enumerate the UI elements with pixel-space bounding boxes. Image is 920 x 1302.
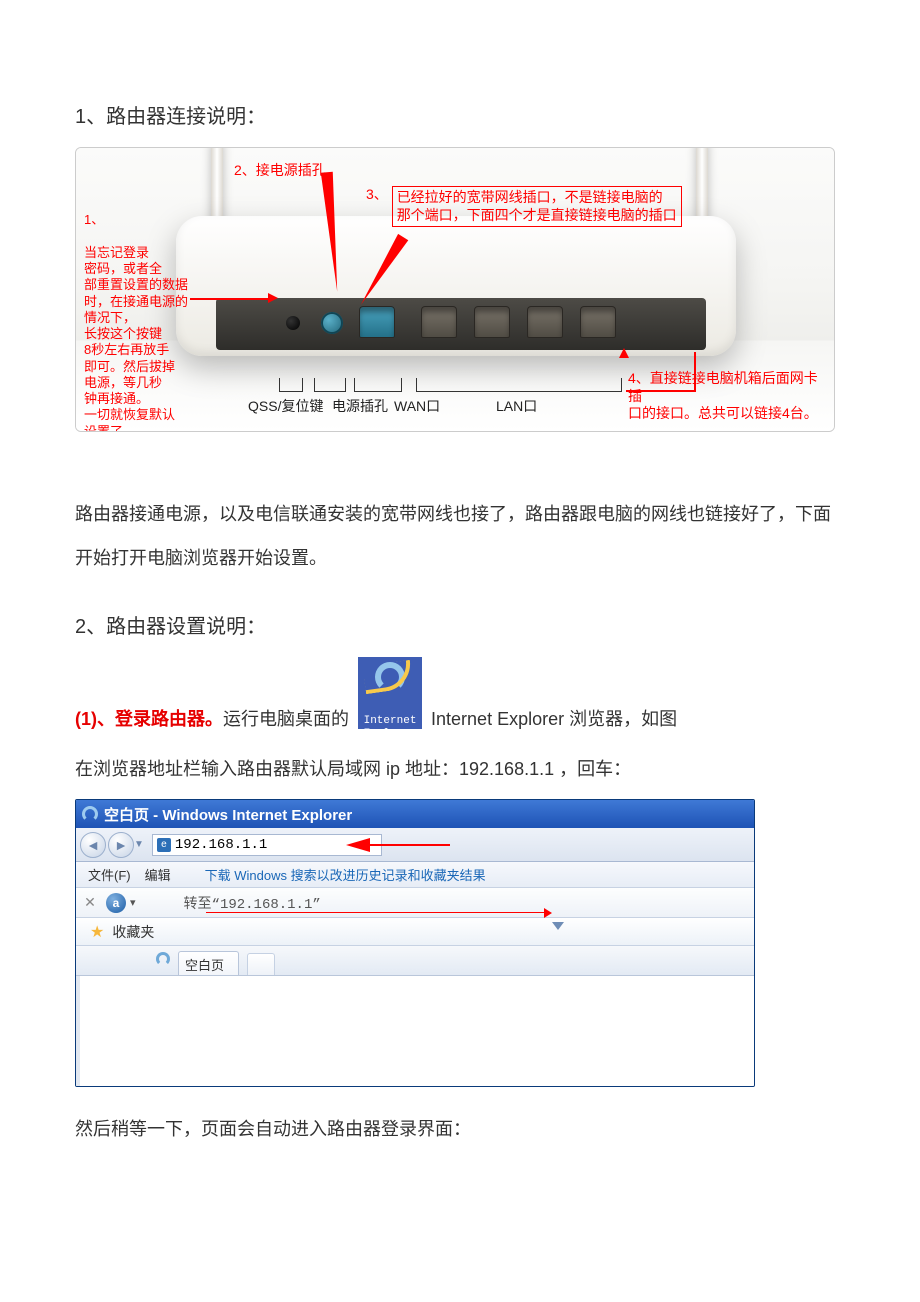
forward-button[interactable]: ► (108, 832, 134, 858)
new-tab-button[interactable] (247, 953, 275, 975)
red-arrow-to-address (346, 838, 370, 852)
anno-2: 2、接电源插孔 (234, 162, 326, 180)
favorites-label[interactable]: 收藏夹 (112, 922, 154, 942)
ie-toolbar: ◄ ► ▼ e (76, 828, 754, 862)
close-icon[interactable]: ✕ (82, 894, 98, 911)
lan-port-2 (474, 306, 510, 338)
router-photo: QSS/复位键 电源插孔 WAN口 LAN口 1、 当忘记登录 密码，或者全 部… (75, 147, 835, 432)
address-input[interactable] (175, 837, 355, 853)
goto-value: 192.168.1.1 (220, 897, 312, 913)
goto-prefix: 转至“ (184, 897, 220, 913)
favicon-icon: e (157, 838, 171, 852)
menu-edit[interactable]: 编辑 (145, 865, 171, 884)
ie-tab-bar: 空白页 (76, 946, 754, 976)
ie-icon-swoosh (362, 660, 413, 694)
back-button[interactable]: ◄ (80, 832, 106, 858)
ie-window-title: 空白页 - Windows Internet Explorer (104, 804, 352, 825)
label-wan: WAN口 (394, 396, 440, 416)
step-2-after-icon: Internet Explorer 浏览器，如图 (431, 709, 677, 729)
bracket-lan (416, 378, 622, 392)
anno-3: 3、 已经拉好的宽带网线插口，不是链接电脑的 那个端口，下面四个才是直接链接电脑… (366, 186, 682, 227)
anno-1-num: 1、 (84, 212, 104, 227)
step-2-line-1: (1)、登录路由器。运行电脑桌面的 Internet Explorer Inte… (75, 657, 845, 741)
step-2-line-2: 在浏览器地址栏输入路由器默认局域网 ip 地址：192.168.1.1 ，回车： (75, 747, 845, 791)
ie-logo-icon (82, 806, 98, 822)
nav-dropdown-icon[interactable]: ▼ (134, 839, 144, 850)
ie-content-area (76, 976, 754, 1086)
step-2-num: (1)、 (75, 709, 115, 729)
anno-1: 1、 当忘记登录 密码，或者全 部重置设置的数据 时，在接通电源的 情况下， 长… (84, 196, 194, 432)
label-lan: LAN口 (496, 396, 537, 416)
tab-favicon-icon (156, 952, 170, 966)
label-qss: QSS/复位键 (248, 396, 323, 416)
lan-port-4 (580, 306, 616, 338)
search-provider-dropdown-icon[interactable]: ▾ (130, 896, 136, 909)
goto-suffix: ” (312, 897, 320, 913)
ie-toolbar-2: ✕ a ▾ 转至“192.168.1.1” (76, 888, 754, 918)
ie-favorites-bar: ★ 收藏夹 (76, 918, 754, 946)
section-2-title: 2、路由器设置说明： (75, 610, 845, 639)
star-icon[interactable]: ★ (90, 922, 104, 942)
ie-desktop-icon: Internet Explorer (358, 657, 422, 729)
lan-port-3 (527, 306, 563, 338)
lan-port-1 (421, 306, 457, 338)
step-2-label: 登录路由器。 (115, 709, 223, 729)
arrow-to-reset-head (268, 293, 278, 303)
bracket-wan (354, 378, 402, 392)
ie-menubar: 文件(F) 编辑 下载 Windows 搜索以改进历史记录和收藏夹结果 (76, 862, 754, 888)
arrow-to-lan-line (626, 352, 696, 392)
section-1-title: 1、路由器连接说明： (75, 100, 845, 129)
power-jack (321, 312, 343, 334)
anno-3-text: 已经拉好的宽带网线插口，不是链接电脑的 那个端口，下面四个才是直接链接电脑的插口 (392, 186, 682, 227)
search-provider-icon[interactable]: a (106, 893, 126, 913)
bracket-qss (279, 378, 303, 392)
ie-screenshot: 空白页 - Windows Internet Explorer ◄ ► ▼ e … (75, 799, 755, 1087)
step-2-mid: 运行电脑桌面的 (223, 709, 349, 729)
tab-blank-page[interactable]: 空白页 (178, 951, 239, 975)
arrow-to-lan-head (619, 348, 629, 358)
goto-suggestion[interactable]: 转至“192.168.1.1” (184, 893, 321, 913)
red-arrow-to-suggestion (206, 912, 546, 913)
label-power: 电源插孔 (332, 396, 388, 416)
search-hint: 下载 Windows 搜索以改进历史记录和收藏夹结果 (205, 865, 486, 884)
bracket-power (314, 378, 346, 392)
arrow-to-reset-line (190, 298, 270, 300)
ie-icon-text-2: Explorer (358, 712, 422, 756)
dropdown-chevron-icon[interactable] (552, 922, 564, 930)
wan-port (359, 306, 395, 338)
paragraph-after-router: 路由器接通电源，以及电信联通安装的宽带网线也接了，路由器跟电脑的网线也链接好了，… (75, 492, 845, 580)
paragraph-after-ie: 然后稍等一下，页面会自动进入路由器登录界面： (75, 1115, 845, 1141)
ie-titlebar: 空白页 - Windows Internet Explorer (76, 800, 754, 828)
anno-3-num: 3、 (366, 186, 388, 202)
menu-file[interactable]: 文件(F) (88, 865, 131, 884)
reset-button (286, 316, 300, 330)
anno-1-text: 当忘记登录 密码，或者全 部重置设置的数据 时，在接通电源的 情况下， 长按这个… (84, 245, 188, 432)
